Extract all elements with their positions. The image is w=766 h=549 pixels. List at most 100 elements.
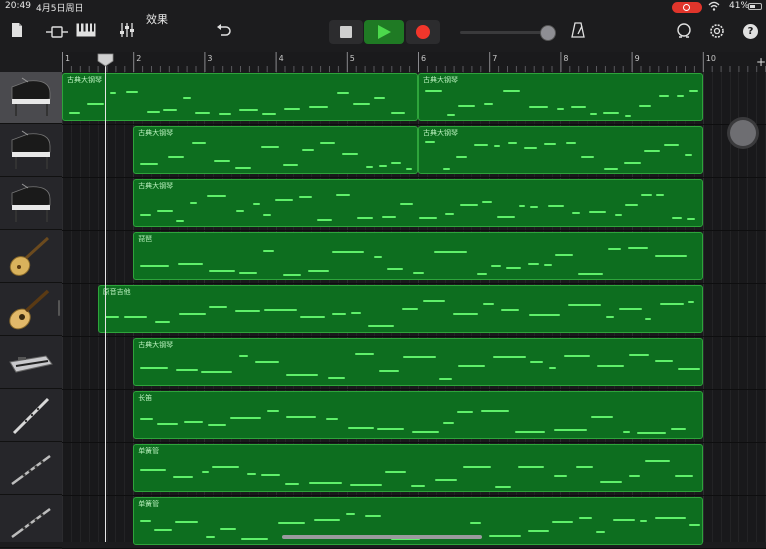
note <box>331 313 346 315</box>
add-section-button[interactable]: + <box>756 55 766 69</box>
note <box>615 214 623 216</box>
note <box>489 535 522 537</box>
note <box>463 466 492 468</box>
note <box>176 220 185 222</box>
note <box>470 522 482 524</box>
note <box>140 214 152 216</box>
note <box>655 255 688 257</box>
master-volume-knob[interactable] <box>540 25 556 41</box>
note <box>382 216 397 218</box>
note <box>655 517 687 519</box>
note <box>87 103 104 105</box>
note <box>140 520 152 522</box>
midi-region[interactable]: 古典大钢琴 <box>133 338 703 386</box>
note <box>554 429 588 431</box>
note <box>261 474 281 476</box>
note <box>263 250 275 252</box>
keyboard-icon[interactable] <box>76 23 96 41</box>
grid-line <box>62 72 63 542</box>
note <box>425 141 435 143</box>
note <box>183 97 191 99</box>
note <box>309 106 328 108</box>
note <box>337 92 349 94</box>
track-headers <box>0 72 62 548</box>
midi-region[interactable]: 古典大钢琴 <box>418 73 703 121</box>
track-header[interactable] <box>0 337 62 389</box>
playhead-handle[interactable] <box>97 53 114 67</box>
midi-region[interactable]: 琵琶 <box>133 232 703 280</box>
note <box>618 308 642 310</box>
note <box>579 517 593 519</box>
midi-region[interactable]: 长笛 <box>133 391 703 439</box>
track-header[interactable] <box>0 443 62 495</box>
lane-divider <box>62 124 766 125</box>
help-icon[interactable]: ? <box>743 24 758 39</box>
mixer-icon[interactable] <box>119 23 135 41</box>
note <box>644 150 660 152</box>
scrub-control[interactable] <box>730 120 756 146</box>
fx-button[interactable]: 效果 <box>146 11 168 27</box>
tracks-area[interactable]: 古典大钢琴 古典大钢琴 古典大钢琴 古典大钢琴 古典大钢琴 琵琶 原音吉他 古典大钢琴 长笛 单簧… <box>62 72 766 549</box>
midi-region[interactable]: 原音吉他 <box>97 285 703 333</box>
midi-region[interactable]: 古典大钢琴 <box>133 126 418 174</box>
note <box>578 273 604 275</box>
record-button[interactable] <box>406 20 440 44</box>
note <box>530 206 539 208</box>
grid-line <box>720 72 722 542</box>
midi-region[interactable]: 古典大钢琴 <box>133 179 703 227</box>
note <box>219 113 231 115</box>
note <box>530 361 544 363</box>
note <box>687 301 694 303</box>
midi-region[interactable]: 单簧管 <box>133 444 703 492</box>
note <box>253 203 261 205</box>
track-header[interactable] <box>0 231 62 283</box>
note <box>336 194 351 196</box>
note <box>366 166 374 168</box>
track-header[interactable] <box>0 125 62 177</box>
settings-icon[interactable] <box>709 23 725 43</box>
note <box>624 162 641 164</box>
header-resize-handle[interactable] <box>58 300 60 316</box>
midi-region[interactable]: 古典大钢琴 <box>418 126 703 174</box>
ruler-bar-number: 9 <box>634 54 640 63</box>
document-icon[interactable] <box>11 22 23 42</box>
track-header[interactable] <box>0 390 62 442</box>
note <box>350 312 361 314</box>
midi-region[interactable]: 古典大钢琴 <box>62 73 418 121</box>
lane-divider <box>62 230 766 231</box>
track-header[interactable] <box>0 72 62 124</box>
region-label: 古典大钢琴 <box>423 129 458 137</box>
track-header[interactable] <box>0 284 62 336</box>
note <box>283 164 299 166</box>
note <box>625 115 631 117</box>
note <box>348 427 375 429</box>
note <box>613 519 636 521</box>
region-label: 古典大钢琴 <box>67 76 102 84</box>
play-button[interactable] <box>364 20 404 44</box>
note <box>644 318 651 320</box>
note <box>460 204 479 206</box>
undo-icon[interactable] <box>216 23 232 41</box>
note <box>201 371 233 373</box>
note <box>353 103 370 105</box>
note <box>482 201 493 203</box>
master-volume-slider[interactable] <box>460 31 546 34</box>
stop-button[interactable] <box>329 20 363 44</box>
note <box>564 355 591 357</box>
track-view-icon[interactable] <box>46 24 68 42</box>
battery-icon <box>748 3 762 10</box>
timeline-ruler[interactable]: 1 2 3 4 5 6 7 8 9 10 <box>62 52 766 73</box>
metronome-icon[interactable] <box>571 22 585 42</box>
note <box>207 195 227 197</box>
note <box>518 466 545 468</box>
note <box>412 431 440 433</box>
note <box>659 303 684 305</box>
note <box>528 314 560 316</box>
note <box>434 251 468 253</box>
note <box>500 309 519 311</box>
track-header[interactable] <box>0 496 62 548</box>
loop-icon[interactable] <box>676 23 692 43</box>
note <box>367 325 394 327</box>
home-indicator[interactable] <box>282 535 482 539</box>
track-header[interactable] <box>0 178 62 230</box>
